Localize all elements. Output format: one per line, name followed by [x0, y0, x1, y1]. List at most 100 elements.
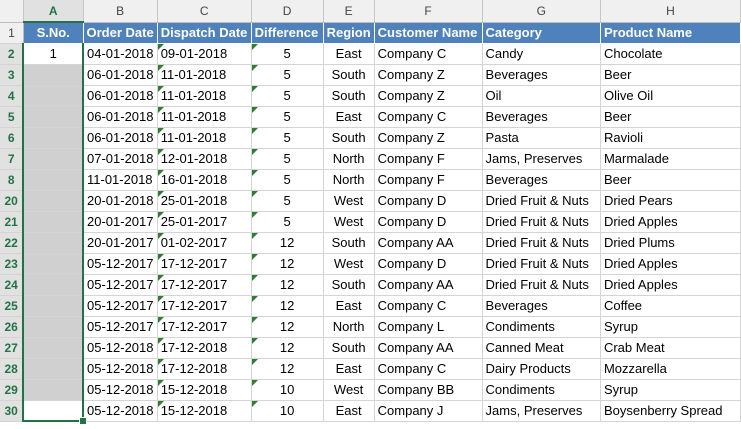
- row-number[interactable]: 29: [0, 379, 25, 401]
- cell-region[interactable]: South: [323, 85, 375, 107]
- header-sno[interactable]: S.No.: [23, 22, 84, 44]
- cell-order-date[interactable]: 05-12-2017: [83, 274, 158, 296]
- cell-product-name[interactable]: Crab Meat: [600, 337, 741, 359]
- cell-dispatch-date[interactable]: 11-01-2018: [157, 127, 252, 149]
- cell-difference[interactable]: 5: [251, 64, 324, 86]
- cell-sno[interactable]: [22, 211, 84, 233]
- cell-category[interactable]: Beverages: [482, 106, 601, 128]
- cell-customer-name[interactable]: Company C: [374, 295, 483, 317]
- cell-category[interactable]: Canned Meat: [482, 337, 601, 359]
- cell-order-date[interactable]: 20-01-2017: [83, 211, 158, 233]
- cell-product-name[interactable]: Syrup: [600, 316, 741, 338]
- cell-order-date[interactable]: 05-12-2018: [83, 358, 158, 380]
- cell-region[interactable]: South: [323, 274, 375, 296]
- cell-order-date[interactable]: 06-01-2018: [83, 106, 158, 128]
- row-number[interactable]: 2: [0, 43, 25, 65]
- cell-customer-name[interactable]: Company C: [374, 43, 483, 65]
- cell-customer-name[interactable]: Company Z: [374, 64, 483, 86]
- cell-region[interactable]: West: [323, 253, 375, 275]
- header-customer-name[interactable]: Customer Name: [374, 22, 483, 44]
- cell-sno[interactable]: [22, 85, 84, 107]
- cell-region[interactable]: West: [323, 379, 375, 401]
- cell-category[interactable]: Beverages: [482, 169, 601, 191]
- cell-difference[interactable]: 5: [251, 106, 324, 128]
- cell-difference[interactable]: 10: [251, 379, 324, 401]
- cell-difference[interactable]: 12: [251, 358, 324, 380]
- column-header-e[interactable]: E: [323, 0, 375, 23]
- cell-category[interactable]: Condiments: [482, 379, 601, 401]
- cell-dispatch-date[interactable]: 17-12-2017: [157, 253, 252, 275]
- row-number[interactable]: 27: [0, 337, 25, 359]
- cell-region[interactable]: South: [323, 337, 375, 359]
- cell-order-date[interactable]: 06-01-2018: [83, 85, 158, 107]
- cell-dispatch-date[interactable]: 15-12-2018: [157, 400, 252, 422]
- cell-sno[interactable]: [22, 64, 84, 86]
- cell-customer-name[interactable]: Company D: [374, 211, 483, 233]
- header-difference[interactable]: Difference: [251, 22, 324, 44]
- cell-product-name[interactable]: Beer: [600, 106, 741, 128]
- row-number[interactable]: 30: [0, 400, 25, 422]
- cell-difference[interactable]: 12: [251, 316, 324, 338]
- header-category[interactable]: Category: [482, 22, 601, 44]
- cell-customer-name[interactable]: Company AA: [374, 337, 483, 359]
- cell-dispatch-date[interactable]: 17-12-2017: [157, 295, 252, 317]
- cell-dispatch-date[interactable]: 25-01-2017: [157, 211, 252, 233]
- cell-product-name[interactable]: Dried Apples: [600, 211, 741, 233]
- cell-customer-name[interactable]: Company J: [374, 400, 483, 422]
- cell-dispatch-date[interactable]: 09-01-2018: [157, 43, 252, 65]
- cell-category[interactable]: Dried Fruit & Nuts: [482, 232, 601, 254]
- cell-region[interactable]: East: [323, 43, 375, 65]
- cell-category[interactable]: Candy: [482, 43, 601, 65]
- cell-region[interactable]: South: [323, 127, 375, 149]
- cell-product-name[interactable]: Marmalade: [600, 148, 741, 170]
- cell-dispatch-date[interactable]: 11-01-2018: [157, 106, 252, 128]
- cell-sno[interactable]: [22, 358, 84, 380]
- cell-sno[interactable]: 1: [22, 43, 84, 65]
- cell-customer-name[interactable]: Company C: [374, 106, 483, 128]
- cell-category[interactable]: Dairy Products: [482, 358, 601, 380]
- cell-sno[interactable]: [22, 127, 84, 149]
- cell-customer-name[interactable]: Company Z: [374, 127, 483, 149]
- cell-dispatch-date[interactable]: 11-01-2018: [157, 64, 252, 86]
- cell-region[interactable]: West: [323, 211, 375, 233]
- cell-order-date[interactable]: 05-12-2018: [83, 379, 158, 401]
- cell-category[interactable]: Dried Fruit & Nuts: [482, 190, 601, 212]
- cell-sno[interactable]: [22, 253, 84, 275]
- cell-order-date[interactable]: 05-12-2017: [83, 295, 158, 317]
- cell-region[interactable]: East: [323, 400, 375, 422]
- cell-category[interactable]: Beverages: [482, 295, 601, 317]
- cell-product-name[interactable]: Dried Pears: [600, 190, 741, 212]
- column-header-a[interactable]: A: [23, 0, 84, 23]
- cell-category[interactable]: Beverages: [482, 64, 601, 86]
- cell-region[interactable]: South: [323, 64, 375, 86]
- cell-region[interactable]: East: [323, 106, 375, 128]
- column-header-h[interactable]: H: [600, 0, 741, 23]
- cell-product-name[interactable]: Olive Oil: [600, 85, 741, 107]
- row-number[interactable]: 25: [0, 295, 25, 317]
- row-number[interactable]: 1: [0, 22, 24, 44]
- cell-customer-name[interactable]: Company BB: [374, 379, 483, 401]
- cell-difference[interactable]: 5: [251, 85, 324, 107]
- cell-product-name[interactable]: Boysenberry Spread: [600, 400, 741, 422]
- header-order-date[interactable]: Order Date: [83, 22, 158, 44]
- cell-region[interactable]: North: [323, 169, 375, 191]
- cell-difference[interactable]: 12: [251, 337, 324, 359]
- cell-order-date[interactable]: 11-01-2018: [83, 169, 158, 191]
- cell-region[interactable]: East: [323, 358, 375, 380]
- cell-product-name[interactable]: Dried Apples: [600, 253, 741, 275]
- column-header-c[interactable]: C: [157, 0, 252, 23]
- cell-order-date[interactable]: 05-12-2018: [83, 337, 158, 359]
- cell-order-date[interactable]: 20-01-2017: [83, 232, 158, 254]
- cell-region[interactable]: South: [323, 232, 375, 254]
- cell-category[interactable]: Jams, Preserves: [482, 400, 601, 422]
- cell-product-name[interactable]: Ravioli: [600, 127, 741, 149]
- cell-dispatch-date[interactable]: 17-12-2018: [157, 358, 252, 380]
- header-region[interactable]: Region: [323, 22, 375, 44]
- cell-sno[interactable]: [22, 148, 84, 170]
- cell-product-name[interactable]: Dried Plums: [600, 232, 741, 254]
- cell-dispatch-date[interactable]: 11-01-2018: [157, 85, 252, 107]
- cell-category[interactable]: Dried Fruit & Nuts: [482, 211, 601, 233]
- row-number[interactable]: 23: [0, 253, 25, 275]
- cell-difference[interactable]: 5: [251, 148, 324, 170]
- cell-category[interactable]: Dried Fruit & Nuts: [482, 274, 601, 296]
